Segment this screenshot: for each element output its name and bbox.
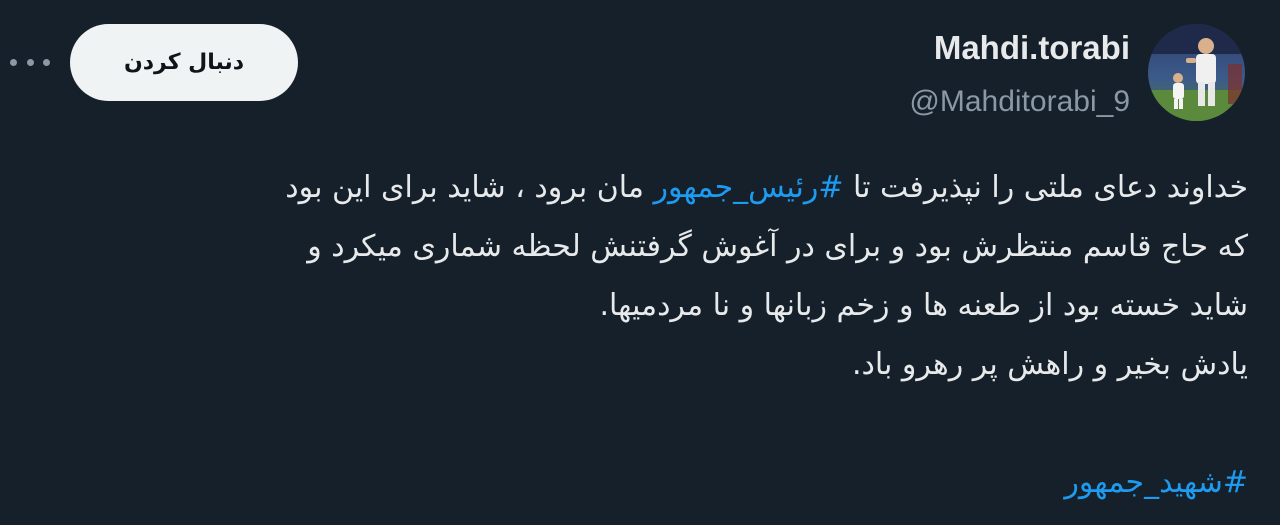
more-horizontal-icon <box>10 58 17 66</box>
tweet-text-segment: خداوند دعای ملتی را نپذیرفت تا <box>843 170 1248 205</box>
user-info: Mahdi.torabi @Mahditorabi_9 <box>909 28 1130 122</box>
tweet-card: دنبال کردن Mahdi.torabi @Mahditorabi_9 خ… <box>0 0 1280 525</box>
more-horizontal-icon <box>26 58 34 66</box>
tweet-line: #شهید_جمهور <box>28 453 1248 512</box>
tweet-line: شاید خسته بود از طعنه ها و زخم زبانها و … <box>599 288 1248 323</box>
avatar[interactable] <box>1148 24 1245 121</box>
user-handle[interactable]: @Mahditorabi_9 <box>909 82 1130 122</box>
tweet-text: خداوند دعای ملتی را نپذیرفت تا #رئیس_جمه… <box>28 158 1248 512</box>
tweet-line: که حاج قاسم منتظرش بود و برای در آغوش گر… <box>307 229 1248 264</box>
hashtag-link[interactable]: #رئیس_جمهور <box>653 170 843 205</box>
profile-photo <box>1148 24 1245 121</box>
more-horizontal-icon <box>43 58 50 66</box>
tweet-line: یادش بخیر و راهش پر رهرو باد. <box>851 347 1248 382</box>
hashtag-link[interactable]: #شهید_جمهور <box>1064 465 1248 500</box>
display-name[interactable]: Mahdi.torabi <box>909 28 1130 68</box>
more-options-button[interactable] <box>10 52 50 72</box>
tweet-text-segment: مان برود ، شاید برای این بود <box>285 170 654 205</box>
follow-button[interactable]: دنبال کردن <box>70 24 298 101</box>
tweet-line: خداوند دعای ملتی را نپذیرفت تا #رئیس_جمه… <box>28 158 1248 217</box>
